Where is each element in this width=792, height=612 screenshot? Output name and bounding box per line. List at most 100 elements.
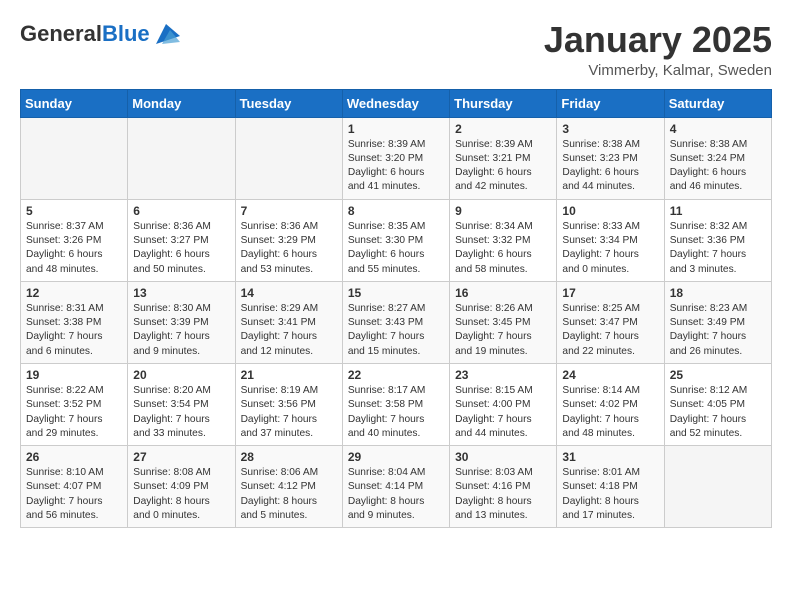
cell-content: Sunrise: 8:29 AMSunset: 3:41 PMDaylight:… <box>241 302 337 359</box>
calendar-cell: 21Sunrise: 8:19 AMSunset: 3:56 PMDayligh… <box>235 363 342 445</box>
cell-content: Sunrise: 8:34 AMSunset: 3:32 PMDaylight:… <box>455 220 551 277</box>
calendar-cell: 2 Sunrise: 8:39 AMSunset: 3:21 PMDaylight… <box>450 117 557 199</box>
cell-content: Sunrise: 8:38 AMSunset: 3:24 PMDaylight:… <box>670 138 766 195</box>
logo: GeneralBlue <box>20 20 180 48</box>
cell-content: Sunrise: 8:25 AMSunset: 3:47 PMDaylight:… <box>562 302 658 359</box>
cell-content: Sunrise: 8:33 AMSunset: 3:34 PMDaylight:… <box>562 220 658 277</box>
day-number: 10 <box>562 204 658 218</box>
cell-content: Sunrise: 8:38 AMSunset: 3:23 PMDaylight:… <box>562 138 658 195</box>
day-number: 23 <box>455 368 551 382</box>
month-title: January 2025 <box>544 20 772 60</box>
day-number: 1 <box>348 122 444 136</box>
cell-content: Sunrise: 8:30 AMSunset: 3:39 PMDaylight:… <box>133 302 229 359</box>
day-number: 19 <box>26 368 122 382</box>
calendar-header-row: SundayMondayTuesdayWednesdayThursdayFrid… <box>21 89 772 117</box>
calendar-cell: 1 Sunrise: 8:39 AMSunset: 3:20 PMDaylight… <box>342 117 449 199</box>
weekday-header: Thursday <box>450 89 557 117</box>
logo-general: General <box>20 21 102 46</box>
calendar-cell <box>664 446 771 528</box>
cell-content: Sunrise: 8:15 AMSunset: 4:00 PMDaylight:… <box>455 384 551 441</box>
logo-blue: Blue <box>102 21 150 46</box>
cell-content: Sunrise: 8:31 AMSunset: 3:38 PMDaylight:… <box>26 302 122 359</box>
day-number: 25 <box>670 368 766 382</box>
day-number: 31 <box>562 450 658 464</box>
day-number: 4 <box>670 122 766 136</box>
day-number: 26 <box>26 450 122 464</box>
calendar-week-row: 5 Sunrise: 8:37 AMSunset: 3:26 PMDaylight… <box>21 199 772 281</box>
calendar-cell: 29Sunrise: 8:04 AMSunset: 4:14 PMDayligh… <box>342 446 449 528</box>
day-number: 11 <box>670 204 766 218</box>
calendar-week-row: 26 Sunrise: 8:10 AMSunset: 4:07 PMDayligh… <box>21 446 772 528</box>
day-number: 8 <box>348 204 444 218</box>
weekday-header: Saturday <box>664 89 771 117</box>
calendar-cell: 13 Sunrise: 8:30 AMSunset: 3:39 PMDayligh… <box>128 281 235 363</box>
calendar-cell: 22Sunrise: 8:17 AMSunset: 3:58 PMDayligh… <box>342 363 449 445</box>
calendar-cell: 5 Sunrise: 8:37 AMSunset: 3:26 PMDaylight… <box>21 199 128 281</box>
calendar-cell: 27Sunrise: 8:08 AMSunset: 4:09 PMDayligh… <box>128 446 235 528</box>
weekday-header: Wednesday <box>342 89 449 117</box>
calendar-cell: 3 Sunrise: 8:38 AMSunset: 3:23 PMDaylight… <box>557 117 664 199</box>
calendar-cell: 23 Sunrise: 8:15 AMSunset: 4:00 PMDayligh… <box>450 363 557 445</box>
cell-content: Sunrise: 8:03 AMSunset: 4:16 PMDaylight:… <box>455 466 551 523</box>
day-number: 6 <box>133 204 229 218</box>
calendar-cell: 30 Sunrise: 8:03 AMSunset: 4:16 PMDayligh… <box>450 446 557 528</box>
day-number: 5 <box>26 204 122 218</box>
cell-content: Sunrise: 8:23 AMSunset: 3:49 PMDaylight:… <box>670 302 766 359</box>
cell-content: Sunrise: 8:01 AMSunset: 4:18 PMDaylight:… <box>562 466 658 523</box>
calendar-cell: 4 Sunrise: 8:38 AMSunset: 3:24 PMDaylight… <box>664 117 771 199</box>
calendar-cell <box>21 117 128 199</box>
title-block: January 2025 Vimmerby, Kalmar, Sweden <box>544 20 772 79</box>
cell-content: Sunrise: 8:20 AMSunset: 3:54 PMDaylight:… <box>133 384 229 441</box>
calendar-cell: 18Sunrise: 8:23 AMSunset: 3:49 PMDayligh… <box>664 281 771 363</box>
weekday-header: Friday <box>557 89 664 117</box>
calendar-cell: 28Sunrise: 8:06 AMSunset: 4:12 PMDayligh… <box>235 446 342 528</box>
day-number: 27 <box>133 450 229 464</box>
logo-icon <box>152 20 180 48</box>
day-number: 3 <box>562 122 658 136</box>
cell-content: Sunrise: 8:22 AMSunset: 3:52 PMDaylight:… <box>26 384 122 441</box>
calendar-cell: 14 Sunrise: 8:29 AMSunset: 3:41 PMDayligh… <box>235 281 342 363</box>
day-number: 14 <box>241 286 337 300</box>
cell-content: Sunrise: 8:10 AMSunset: 4:07 PMDaylight:… <box>26 466 122 523</box>
location: Vimmerby, Kalmar, Sweden <box>544 62 772 79</box>
calendar-cell: 12Sunrise: 8:31 AMSunset: 3:38 PMDayligh… <box>21 281 128 363</box>
day-number: 15 <box>348 286 444 300</box>
cell-content: Sunrise: 8:36 AMSunset: 3:27 PMDaylight:… <box>133 220 229 277</box>
day-number: 20 <box>133 368 229 382</box>
day-number: 29 <box>348 450 444 464</box>
cell-content: Sunrise: 8:36 AMSunset: 3:29 PMDaylight:… <box>241 220 337 277</box>
day-number: 16 <box>455 286 551 300</box>
calendar-cell: 6 Sunrise: 8:36 AMSunset: 3:27 PMDaylight… <box>128 199 235 281</box>
page: GeneralBlue January 2025 Vimmerby, Kalma… <box>0 0 792 538</box>
day-number: 30 <box>455 450 551 464</box>
cell-content: Sunrise: 8:14 AMSunset: 4:02 PMDaylight:… <box>562 384 658 441</box>
calendar-week-row: 19 Sunrise: 8:22 AMSunset: 3:52 PMDayligh… <box>21 363 772 445</box>
day-number: 9 <box>455 204 551 218</box>
day-number: 21 <box>241 368 337 382</box>
cell-content: Sunrise: 8:32 AMSunset: 3:36 PMDaylight:… <box>670 220 766 277</box>
weekday-header: Tuesday <box>235 89 342 117</box>
cell-content: Sunrise: 8:37 AMSunset: 3:26 PMDaylight:… <box>26 220 122 277</box>
calendar-cell: 8Sunrise: 8:35 AMSunset: 3:30 PMDaylight… <box>342 199 449 281</box>
calendar-cell: 17 Sunrise: 8:25 AMSunset: 3:47 PMDayligh… <box>557 281 664 363</box>
calendar-cell: 16 Sunrise: 8:26 AMSunset: 3:45 PMDayligh… <box>450 281 557 363</box>
cell-content: Sunrise: 8:27 AMSunset: 3:43 PMDaylight:… <box>348 302 444 359</box>
day-number: 17 <box>562 286 658 300</box>
cell-content: Sunrise: 8:39 AMSunset: 3:20 PMDaylight:… <box>348 138 444 195</box>
day-number: 13 <box>133 286 229 300</box>
cell-content: Sunrise: 8:39 AMSunset: 3:21 PMDaylight:… <box>455 138 551 195</box>
cell-content: Sunrise: 8:06 AMSunset: 4:12 PMDaylight:… <box>241 466 337 523</box>
calendar: SundayMondayTuesdayWednesdayThursdayFrid… <box>20 89 772 529</box>
cell-content: Sunrise: 8:26 AMSunset: 3:45 PMDaylight:… <box>455 302 551 359</box>
calendar-cell: 9 Sunrise: 8:34 AMSunset: 3:32 PMDaylight… <box>450 199 557 281</box>
calendar-week-row: 12Sunrise: 8:31 AMSunset: 3:38 PMDayligh… <box>21 281 772 363</box>
calendar-cell: 10 Sunrise: 8:33 AMSunset: 3:34 PMDayligh… <box>557 199 664 281</box>
calendar-cell: 24 Sunrise: 8:14 AMSunset: 4:02 PMDayligh… <box>557 363 664 445</box>
calendar-week-row: 1 Sunrise: 8:39 AMSunset: 3:20 PMDaylight… <box>21 117 772 199</box>
day-number: 7 <box>241 204 337 218</box>
calendar-cell: 31 Sunrise: 8:01 AMSunset: 4:18 PMDayligh… <box>557 446 664 528</box>
weekday-header: Sunday <box>21 89 128 117</box>
calendar-cell: 20 Sunrise: 8:20 AMSunset: 3:54 PMDayligh… <box>128 363 235 445</box>
day-number: 2 <box>455 122 551 136</box>
day-number: 24 <box>562 368 658 382</box>
